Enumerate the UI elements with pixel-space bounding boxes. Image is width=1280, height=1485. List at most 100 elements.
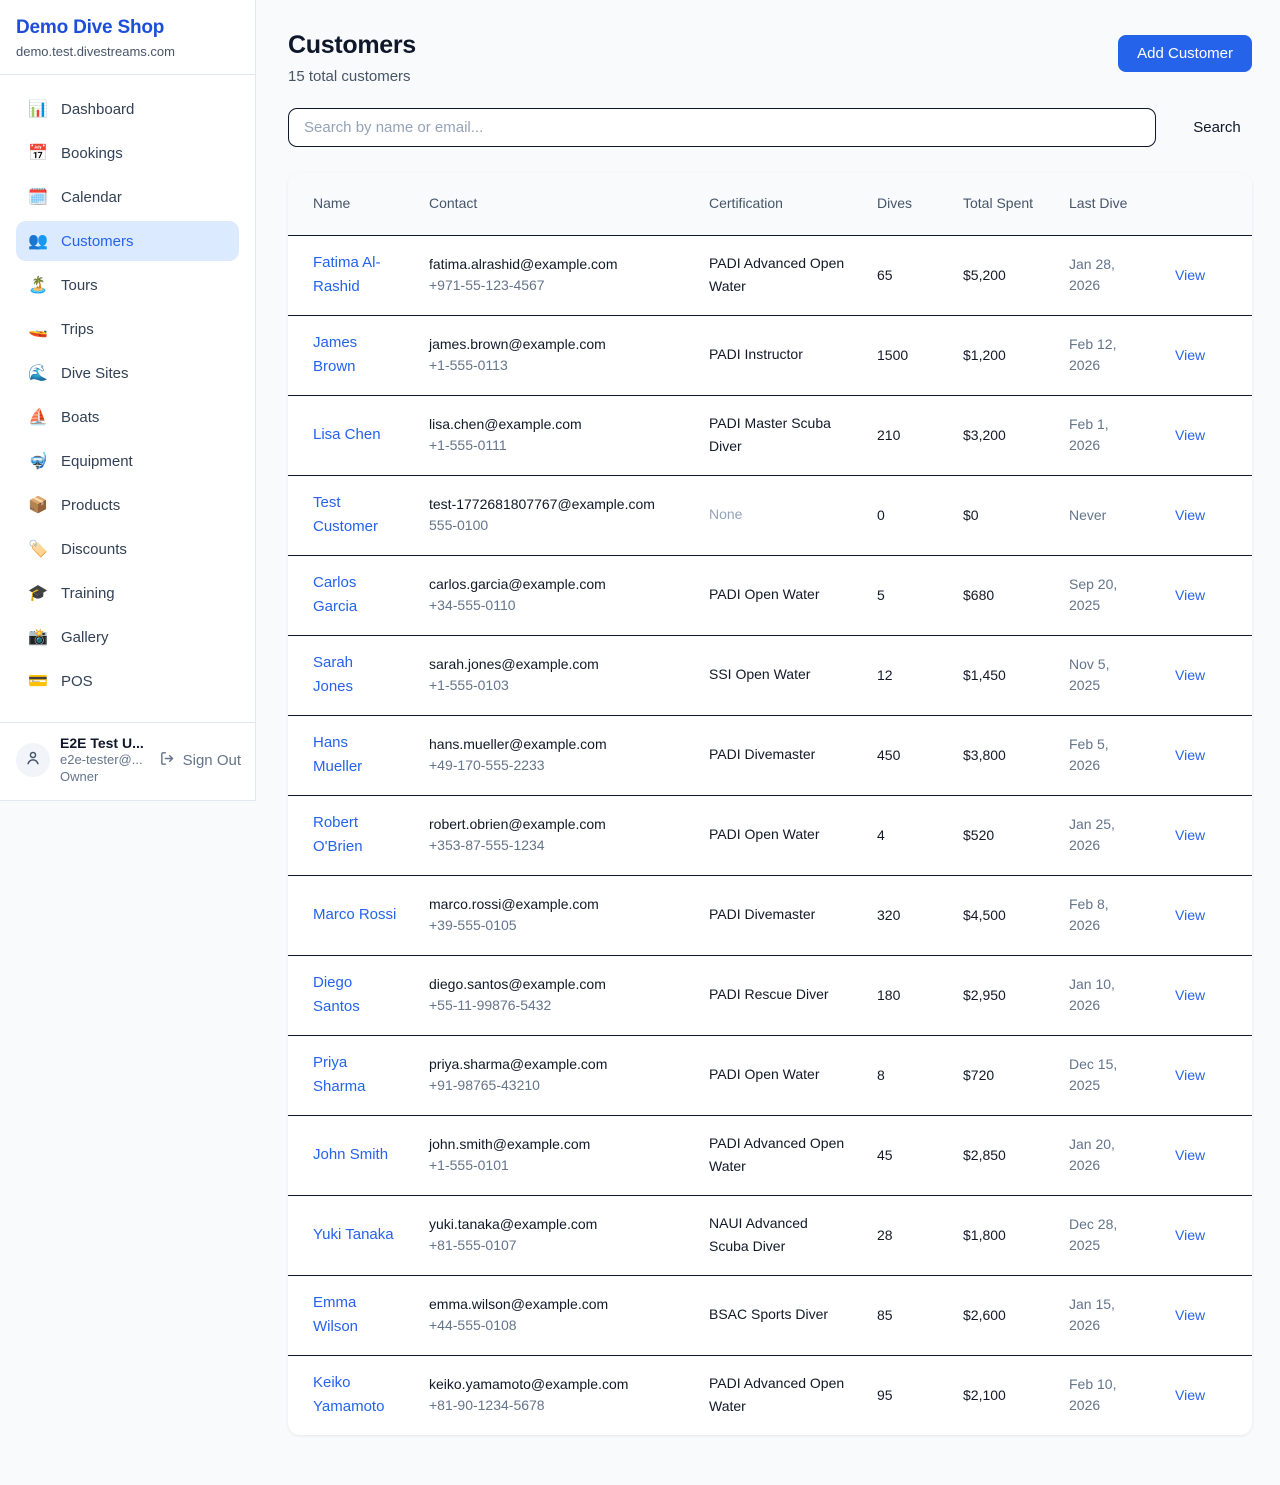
customer-name-cell: Emma Wilson [288,1275,413,1355]
user-role: Owner [60,768,149,786]
view-customer-link[interactable]: View [1175,267,1205,283]
customer-actions-cell: View [1159,1275,1252,1355]
customer-dives-cell: 85 [861,1275,947,1355]
customer-phone: +1-555-0111 [429,435,677,456]
customer-dives: 8 [877,1067,931,1083]
sidebar-item-products[interactable]: 📦Products [16,485,239,525]
view-customer-link[interactable]: View [1175,907,1205,923]
view-customer-link[interactable]: View [1175,987,1205,1003]
customer-certification-cell: PADI Open Water [693,1035,861,1115]
view-customer-link[interactable]: View [1175,1147,1205,1163]
customer-email: john.smith@example.com [429,1134,677,1155]
customer-name-link[interactable]: Lisa Chen [313,426,381,443]
customer-contact-cell: keiko.yamamoto@example.com+81-90-1234-56… [413,1355,693,1435]
user-meta: E2E Test U... e2e-tester@... Owner [60,735,149,786]
sidebar-item-tours[interactable]: 🏝️Tours [16,265,239,305]
customer-dives-cell: 4 [861,795,947,875]
table-row: Yuki Tanakayuki.tanaka@example.com+81-55… [288,1195,1252,1275]
customer-name-cell: Test Customer [288,475,413,555]
customer-total-spent: $720 [963,1067,1037,1083]
search-input[interactable] [288,108,1156,147]
sidebar: Demo Dive Shop demo.test.divestreams.com… [0,0,256,801]
column-header-dives: Dives [861,173,947,235]
view-customer-link[interactable]: View [1175,1067,1205,1083]
customer-last-dive-cell: Jan 15, 2026 [1053,1275,1159,1355]
sidebar-item-pos[interactable]: 💳POS [16,661,239,701]
customer-name-cell: Sarah Jones [288,635,413,715]
customer-name-link[interactable]: Yuki Tanaka [313,1226,394,1243]
customer-name-link[interactable]: Test Customer [313,494,378,535]
sidebar-item-boats[interactable]: ⛵Boats [16,397,239,437]
add-customer-button[interactable]: Add Customer [1118,35,1252,72]
sidebar-item-trips[interactable]: 🚤Trips [16,309,239,349]
view-customer-link[interactable]: View [1175,667,1205,683]
page-header-text: Customers 15 total customers [288,31,416,85]
customer-phone: +55-11-99876-5432 [429,995,677,1016]
sidebar-item-bookings[interactable]: 📅Bookings [16,133,239,173]
customer-email: lisa.chen@example.com [429,414,677,435]
customer-name-link[interactable]: Hans Mueller [313,734,362,775]
search-button[interactable]: Search [1182,119,1252,136]
customer-name-cell: Robert O'Brien [288,795,413,875]
view-customer-link[interactable]: View [1175,747,1205,763]
customer-actions-cell: View [1159,875,1252,955]
table-row: Fatima Al-Rashid fatima.alrashid@example.… [288,235,1252,315]
view-customer-link[interactable]: View [1175,587,1205,603]
view-customer-link[interactable]: View [1175,827,1205,843]
table-row: Keiko Yamamoto keiko.yamamoto@example.com… [288,1355,1252,1435]
view-customer-link[interactable]: View [1175,427,1205,443]
customer-certification: PADI Rescue Diver [709,983,845,1006]
customer-total-spent: $1,200 [963,347,1037,363]
customer-certification-cell: PADI Open Water [693,555,861,635]
view-customer-link[interactable]: View [1175,1227,1205,1243]
customer-name-link[interactable]: James Brown [313,334,357,375]
customer-name-link[interactable]: Diego Santos [313,974,360,1015]
sidebar-item-calendar[interactable]: 🗓️Calendar [16,177,239,217]
sign-out-button[interactable]: Sign Out [159,750,241,771]
sidebar-item-dive-sites[interactable]: 🌊Dive Sites [16,353,239,393]
customer-certification: PADI Advanced Open Water [709,252,845,298]
customer-name-link[interactable]: Sarah Jones [313,654,353,695]
table-row: James Brownjames.brown@example.com+1-555… [288,315,1252,395]
view-customer-link[interactable]: View [1175,1387,1205,1403]
customer-name-link[interactable]: Keiko Yamamoto [313,1374,384,1415]
sidebar-item-dashboard[interactable]: 📊Dashboard [16,89,239,129]
customer-actions-cell: View [1159,715,1252,795]
customer-certification-cell: PADI Rescue Diver [693,955,861,1035]
customer-name-link[interactable]: Emma Wilson [313,1294,358,1335]
customer-last-dive-cell: Dec 15, 2025 [1053,1035,1159,1115]
customer-name-link[interactable]: Marco Rossi [313,906,396,923]
customer-name-link[interactable]: Fatima Al-Rashid [313,254,381,295]
customer-dives-cell: 95 [861,1355,947,1435]
customer-dives-cell: 1500 [861,315,947,395]
customer-name-link[interactable]: John Smith [313,1146,388,1163]
sidebar-item-discounts[interactable]: 🏷️Discounts [16,529,239,569]
customer-email: fatima.alrashid@example.com [429,254,677,275]
customer-dives: 95 [877,1387,931,1403]
view-customer-link[interactable]: View [1175,347,1205,363]
customer-total-spent-cell: $4,500 [947,875,1053,955]
sidebar-item-label: Dashboard [61,101,134,118]
customer-email: carlos.garcia@example.com [429,574,677,595]
sidebar-item-equipment[interactable]: 🤿Equipment [16,441,239,481]
page-title: Customers [288,31,416,60]
view-customer-link[interactable]: View [1175,1307,1205,1323]
customer-certification: None [709,503,845,526]
customer-name-link[interactable]: Robert O'Brien [313,814,363,855]
discounts-icon: 🏷️ [28,539,48,559]
customer-actions-cell: View [1159,315,1252,395]
customer-email: diego.santos@example.com [429,974,677,995]
table-head: NameContactCertificationDivesTotal Spent… [288,173,1252,235]
sidebar-item-gallery[interactable]: 📸Gallery [16,617,239,657]
view-customer-link[interactable]: View [1175,507,1205,523]
customer-name-link[interactable]: Carlos Garcia [313,574,357,615]
customer-actions-cell: View [1159,635,1252,715]
sidebar-item-customers[interactable]: 👥Customers [16,221,239,261]
customers-table: NameContactCertificationDivesTotal Spent… [288,173,1252,1435]
customer-dives: 28 [877,1227,931,1243]
sidebar-item-label: Customers [61,233,134,250]
customer-last-dive: Feb 12, 2026 [1069,334,1143,376]
customer-email: test-1772681807767@example.com [429,494,677,515]
sidebar-item-training[interactable]: 🎓Training [16,573,239,613]
customer-name-link[interactable]: Priya Sharma [313,1054,366,1095]
